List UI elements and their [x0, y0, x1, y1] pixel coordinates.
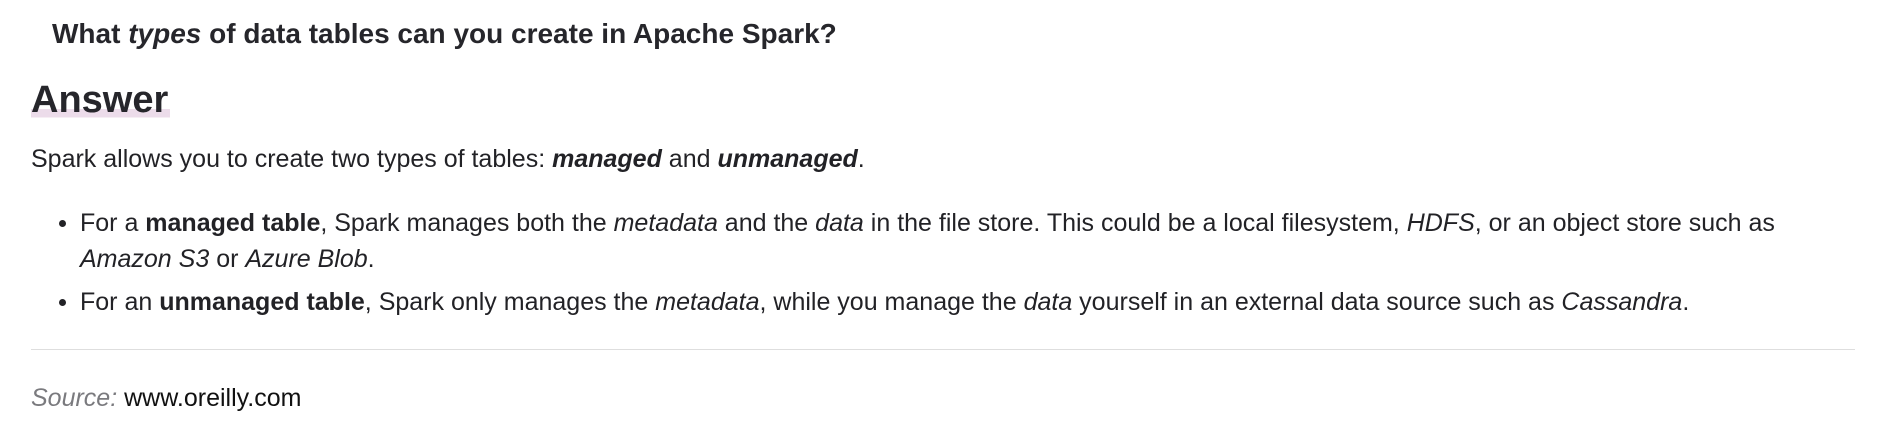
intro-joiner: and — [661, 145, 718, 173]
bullet-dot-icon — [59, 299, 66, 306]
bullet-italic-term: data — [1023, 288, 1073, 316]
intro-term-managed: managed — [552, 145, 662, 173]
section-divider — [31, 349, 1855, 350]
bullet-bold-term: managed table — [145, 209, 321, 237]
bullet-text: For a — [80, 209, 146, 237]
bullet-text: For an — [80, 288, 160, 316]
bullet-italic-term: metadata — [655, 288, 760, 316]
intro-text: Spark allows you to create two types of … — [31, 145, 553, 173]
bullet-italic-term: Amazon S3 — [80, 245, 210, 273]
source-label: Source: — [31, 384, 118, 412]
question-heading: What types of data tables can you create… — [52, 14, 837, 54]
bullet-text: , while you manage the — [759, 288, 1024, 316]
question-text-end: of data tables can you create in Apache … — [201, 18, 837, 49]
bullet-dot-icon — [59, 220, 66, 227]
bullet-italic-term: Azure Blob — [245, 245, 368, 273]
bullet-text: yourself in an external data source such… — [1072, 288, 1562, 316]
bullet-bold-term: unmanaged table — [159, 288, 365, 316]
bullet-text: , or an object store such as — [1474, 209, 1775, 237]
source-line: Source: www.oreilly.com — [31, 380, 301, 416]
bullet-text: . — [367, 245, 375, 273]
bullet-text: in the file store. This could be a local… — [863, 209, 1407, 237]
bullet-text: , Spark manages both the — [320, 209, 614, 237]
intro-term-unmanaged: unmanaged — [717, 145, 858, 173]
bullet-text: and the — [717, 209, 816, 237]
source-value: www.oreilly.com — [124, 384, 302, 412]
bullet-text: . — [1682, 288, 1690, 316]
intro-end: . — [857, 145, 865, 173]
bullet-italic-term: Cassandra — [1561, 288, 1683, 316]
bullet-text: , Spark only manages the — [364, 288, 656, 316]
answer-heading: Answer — [31, 78, 171, 122]
question-emphasis: types — [128, 18, 202, 49]
answer-heading-text: Answer — [31, 79, 171, 121]
document-page: What types of data tables can you create… — [0, 0, 1886, 436]
bullet-list: For a managed table, Spark manages both … — [31, 205, 1861, 327]
bullet-text: or — [209, 245, 246, 273]
list-item-managed: For a managed table, Spark manages both … — [31, 205, 1861, 277]
bullet-italic-term: HDFS — [1406, 209, 1475, 237]
list-item-unmanaged: For an unmanaged table, Spark only manag… — [31, 284, 1861, 320]
question-text-start: What — [52, 18, 129, 49]
bullet-italic-term: data — [815, 209, 864, 237]
intro-paragraph: Spark allows you to create two types of … — [31, 141, 865, 177]
bullet-italic-term: metadata — [613, 209, 718, 237]
